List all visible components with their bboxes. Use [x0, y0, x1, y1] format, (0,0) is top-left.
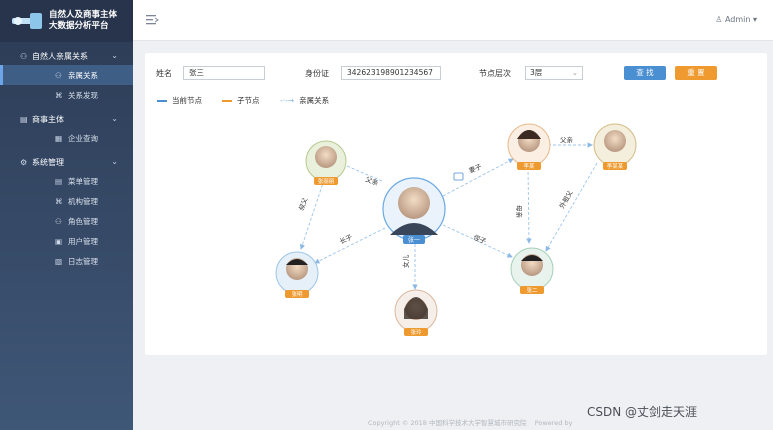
- node-label: 张二: [526, 286, 538, 294]
- sidebar-item-label: 菜单管理: [68, 176, 98, 186]
- logo-icon: [12, 13, 42, 29]
- graph-node-center[interactable]: 张一: [382, 177, 446, 244]
- sidebar-item-label: 机构管理: [68, 196, 98, 206]
- people-icon: ⚇: [20, 52, 28, 61]
- edge-label: 长子: [338, 232, 354, 246]
- edge-label: 女儿: [401, 255, 410, 269]
- building-icon: ▦: [55, 133, 63, 143]
- edge-label: 侄子: [472, 233, 488, 246]
- network-icon: ⌘: [55, 90, 63, 100]
- sidebar-item-org-manage[interactable]: ⌘ 机构管理: [0, 191, 133, 211]
- sidebar-item-label: 角色管理: [68, 216, 98, 226]
- user-card-icon: ▣: [55, 236, 63, 246]
- edge-label: 父亲: [364, 174, 380, 187]
- gear-icon: ⚙: [20, 158, 28, 167]
- sidebar-item-label: 日志管理: [68, 256, 98, 266]
- list-icon: ▤: [20, 115, 28, 124]
- node-label: 张丽丽: [318, 177, 335, 185]
- menu-group-label: 商事主体: [32, 115, 64, 124]
- message-icon: [453, 172, 464, 181]
- footer: Copyright © 2018 中国科学技术大学智慧城市研究院 Powered…: [368, 417, 572, 427]
- hamburger-icon[interactable]: [145, 13, 159, 27]
- topbar: ♙ Admin ▾: [133, 0, 773, 41]
- graph-node-son[interactable]: 张明: [275, 251, 319, 298]
- node-label: 张明: [291, 290, 303, 298]
- menu-group-label: 系统管理: [32, 158, 64, 167]
- edge-label: 母亲: [515, 205, 524, 219]
- chevron-down-icon: ⌄: [111, 114, 118, 123]
- user-menu[interactable]: ♙ Admin ▾: [715, 15, 757, 24]
- footer-powered: Powered by: [534, 419, 573, 427]
- menu-group-person[interactable]: ⚇ 自然人亲属关系 ⌄: [0, 48, 133, 65]
- graph-node-daughter[interactable]: 张玲: [394, 289, 438, 336]
- brand-line1: 自然人及商事主体: [49, 10, 118, 20]
- graph-node-grandfather[interactable]: 李某某: [593, 123, 637, 170]
- org-icon: ⌘: [55, 196, 63, 206]
- edge-label: 父亲: [560, 135, 574, 144]
- edge-label: 叔父: [296, 196, 309, 212]
- main-card: 姓名 张三 身份证 342623198901234567 节点层次 3层 ⌄ 查…: [145, 53, 767, 355]
- menu-icon: ▤: [55, 176, 63, 186]
- menu-group-label: 自然人亲属关系: [32, 52, 88, 61]
- edge-label: 妻子: [467, 161, 483, 174]
- sidebar-item-label: 企业查询: [68, 133, 98, 143]
- role-icon: ⚇: [55, 216, 62, 226]
- graph-node-wife[interactable]: 李某: [507, 123, 551, 170]
- brand-line2: 大数据分析平台: [49, 21, 109, 31]
- graph-node-nephew[interactable]: 张二: [510, 247, 554, 294]
- sidebar: 自然人及商事主体 大数据分析平台 ⚇ 自然人亲属关系 ⌄ ⚇ 亲属关系 ⌘ 关系…: [0, 0, 133, 430]
- caret-down-icon: ▾: [752, 15, 757, 24]
- sidebar-item-label: 关系发现: [68, 90, 98, 100]
- chevron-down-icon: ⌄: [111, 51, 118, 60]
- graph-node-father[interactable]: 张丽丽: [305, 140, 347, 185]
- sidebar-item-kinship[interactable]: ⚇ 亲属关系: [0, 65, 133, 85]
- sidebar-item-menu-manage[interactable]: ▤ 菜单管理: [0, 171, 133, 191]
- chevron-down-icon: ⌄: [111, 157, 118, 166]
- brand: 自然人及商事主体 大数据分析平台: [0, 0, 133, 42]
- sidebar-item-log-manage[interactable]: ▧ 日志管理: [0, 251, 133, 271]
- sidebar-item-role-manage[interactable]: ⚇ 角色管理: [0, 211, 133, 231]
- edge: [299, 179, 325, 250]
- log-icon: ▧: [55, 256, 63, 266]
- sidebar-item-label: 用户管理: [68, 236, 98, 246]
- sidebar-item-company-search[interactable]: ▦ 企业查询: [0, 128, 133, 148]
- watermark: CSDN @丈剑走天涯: [587, 405, 698, 419]
- user-icon: ♙: [715, 15, 723, 24]
- node-label: 张玲: [410, 328, 422, 336]
- node-label: 张一: [408, 236, 420, 244]
- person-icon: ⚇: [55, 70, 62, 80]
- node-label: 李某: [523, 162, 535, 170]
- footer-copyright: Copyright © 2018 中国科学技术大学智慧城市研究院: [368, 419, 527, 427]
- relation-graph: 父亲 妻子 父亲 母亲 外祖父 叔父 侄子 长子 女儿 张一 张丽丽 李某 李某…: [275, 123, 637, 336]
- menu-group-business[interactable]: ▤ 商事主体 ⌄: [0, 111, 133, 128]
- sidebar-item-label: 亲属关系: [68, 70, 98, 80]
- sidebar-item-user-manage[interactable]: ▣ 用户管理: [0, 231, 133, 251]
- sidebar-item-relation-discover[interactable]: ⌘ 关系发现: [0, 85, 133, 105]
- node-label: 李某某: [607, 162, 624, 170]
- user-name: Admin: [724, 15, 751, 24]
- edge: [545, 162, 598, 252]
- menu-group-system[interactable]: ⚙ 系统管理 ⌄: [0, 154, 133, 171]
- edge: [526, 166, 532, 244]
